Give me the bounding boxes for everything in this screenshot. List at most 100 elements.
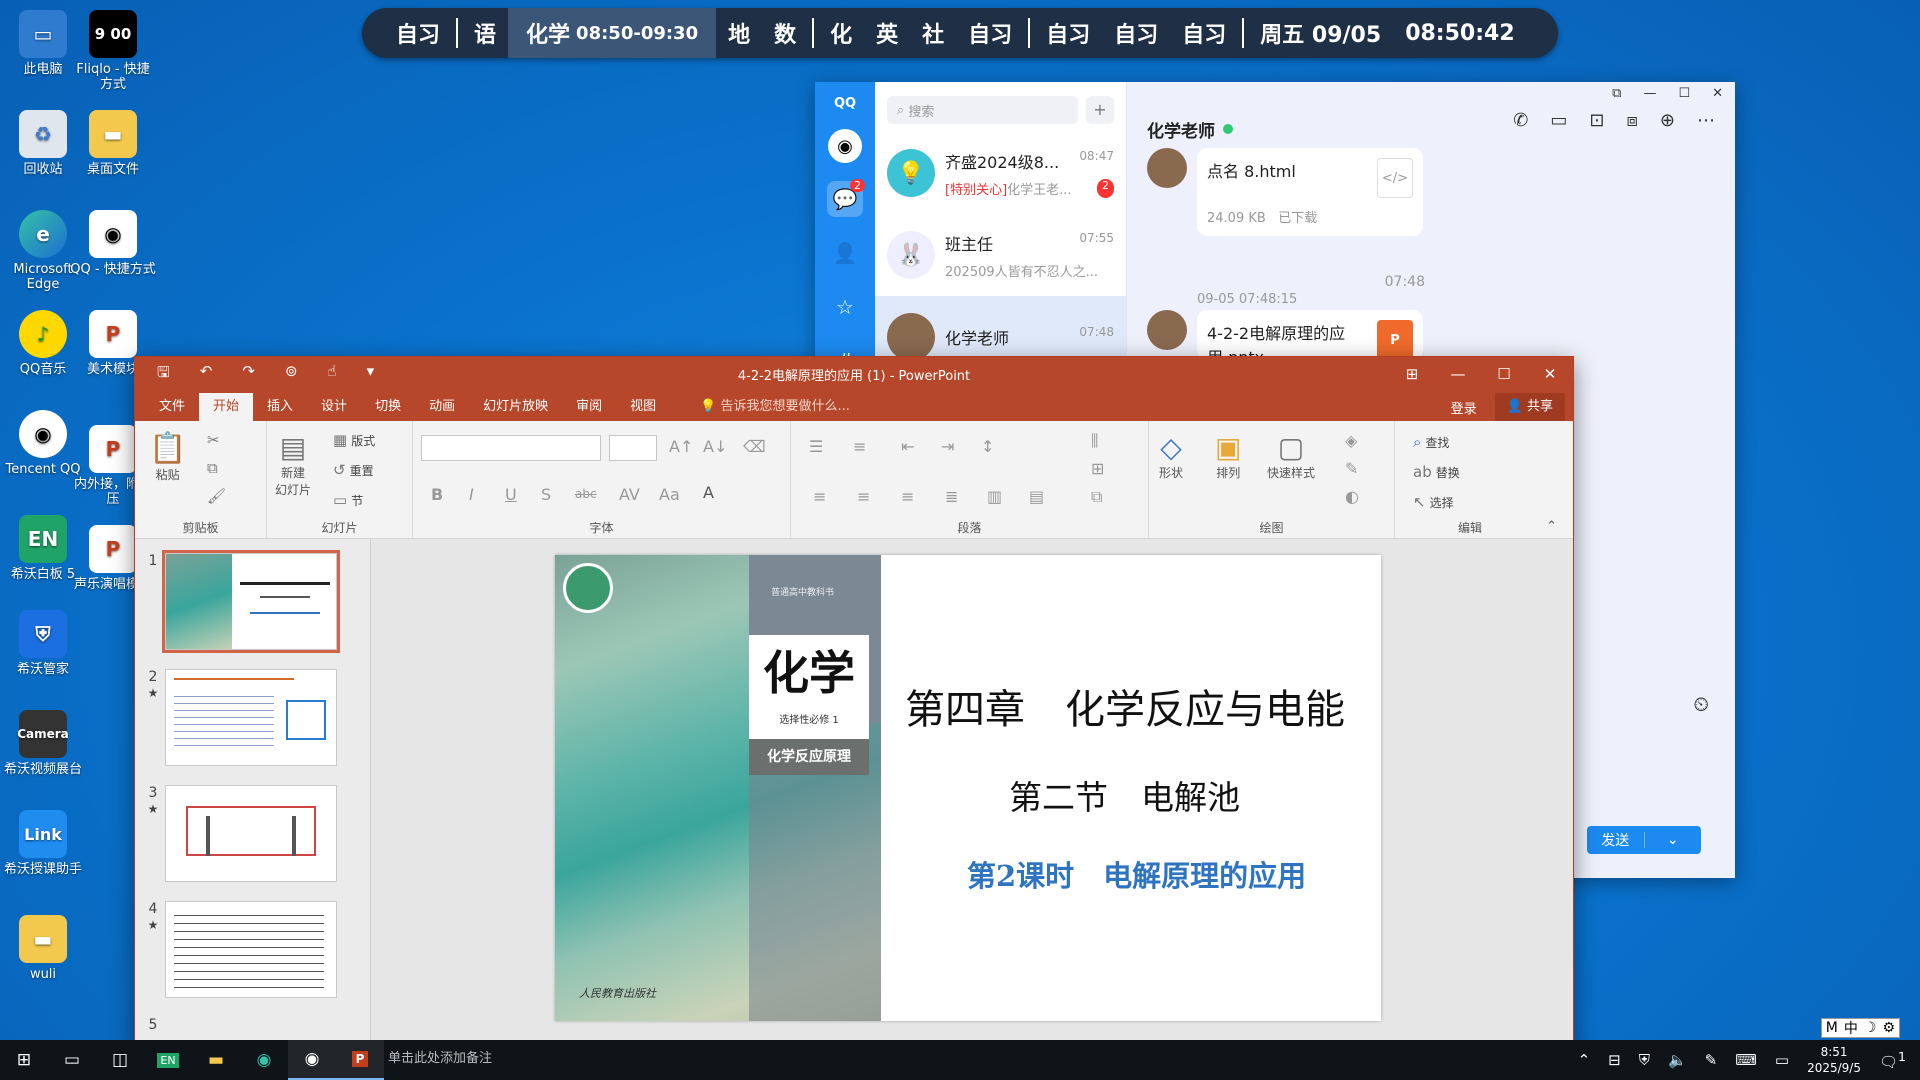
slide-canvas[interactable]: 普通高中教科书 化学 选择性必修 1 化学反应原理 人民教育出版社 第四章 化学… (555, 555, 1381, 1021)
pen-icon[interactable]: ✎ (1705, 1051, 1718, 1069)
task-view-button[interactable]: ▭ (48, 1040, 96, 1080)
share-button[interactable]: 👤 共享 (1494, 393, 1565, 421)
tab-home[interactable]: 开始 (199, 393, 254, 421)
smartart-icon[interactable]: ⧉ (1091, 487, 1102, 507)
slide-thumbnail[interactable] (165, 901, 337, 998)
section-button[interactable]: ▭ 节 (333, 491, 363, 509)
taskbar-app-edge[interactable]: ◉ (240, 1040, 288, 1080)
align-left-icon[interactable]: ≡ (813, 487, 826, 506)
bold-icon[interactable]: B (431, 485, 443, 504)
change-case-icon[interactable]: Aa (659, 485, 680, 504)
more-icon[interactable]: ⋯ (1697, 110, 1715, 131)
collapse-ribbon-icon[interactable]: ⌃ (1546, 519, 1557, 534)
send-button[interactable]: 发送 ⌄ (1587, 826, 1701, 854)
maximize-button[interactable]: ☐ (1481, 357, 1527, 391)
quick-styles-button[interactable]: ▢ 快速样式 (1267, 431, 1315, 481)
find-button[interactable]: ⌕ 查找 (1413, 433, 1449, 451)
shadow-icon[interactable]: S (541, 485, 551, 504)
taskbar-clock[interactable]: 8:51 2025/9/5 (1807, 1044, 1861, 1076)
shapes-button[interactable]: ◇ 形状 (1159, 431, 1183, 481)
select-button[interactable]: ↖ 选择 (1413, 493, 1454, 511)
ribbon-display-options-icon[interactable]: ⊞ (1389, 357, 1435, 391)
layout-button[interactable]: ▦ 版式 (333, 431, 375, 449)
desktop-icon-seewo-guard[interactable]: ⛨ 希沃管家 (0, 610, 86, 677)
pin-icon[interactable]: ⧉ (1612, 86, 1621, 101)
search-input[interactable]: ⌕ 搜索 (887, 96, 1078, 124)
touch-mode-icon[interactable]: ☝ (328, 362, 337, 387)
bullets-icon[interactable]: ☰ (809, 437, 823, 456)
notes-placeholder[interactable]: 单击此处添加备注 (388, 1047, 492, 1066)
underline-icon[interactable]: U (505, 485, 517, 504)
maximize-button[interactable]: ☐ (1678, 86, 1690, 101)
slide-thumbnail-row[interactable]: 3 ★ (145, 785, 337, 882)
favorites-nav-button[interactable]: ☆ (827, 289, 863, 325)
chevron-up-icon[interactable]: ⌃ (1578, 1051, 1591, 1069)
shape-outline-icon[interactable]: ✎ (1345, 459, 1358, 478)
taskbar-app-qq[interactable]: ◉ (288, 1040, 336, 1080)
cut-icon[interactable]: ✂ (207, 431, 220, 449)
add-member-icon[interactable]: ⊕ (1660, 110, 1675, 131)
login-button[interactable]: 登录 (1451, 398, 1477, 417)
shape-fill-icon[interactable]: ◈ (1345, 431, 1357, 450)
clear-format-icon[interactable]: ⌫ (743, 437, 766, 456)
format-painter-icon[interactable]: 🖌 (207, 487, 226, 505)
customize-toolbar-icon[interactable]: ▾ (367, 362, 375, 387)
add-button[interactable]: + (1086, 96, 1114, 124)
close-button[interactable]: ✕ (1712, 86, 1723, 101)
save-icon[interactable]: 🖫 (157, 362, 170, 387)
tab-view[interactable]: 视图 (616, 393, 670, 421)
undo-icon[interactable]: ↶ (200, 362, 213, 387)
history-clock-icon[interactable]: ⏲ (1693, 692, 1709, 716)
user-avatar[interactable]: ◉ (828, 129, 862, 163)
taskbar-app-seewo[interactable]: EN (144, 1040, 192, 1080)
screen-share-icon[interactable]: ⊡ (1589, 110, 1604, 131)
distributed-icon[interactable]: ▥ (987, 487, 1002, 506)
taskbar-app-explorer[interactable]: ▬ (192, 1040, 240, 1080)
display-icon[interactable]: ▭ (1775, 1051, 1789, 1069)
tab-review[interactable]: 审阅 (562, 393, 616, 421)
file-message-card[interactable]: 4-2-2电解原理的应用.pptx P (1197, 310, 1423, 360)
notification-icon[interactable]: 🗨1 (1879, 1049, 1906, 1071)
chevron-down-icon[interactable]: ⌄ (1643, 832, 1702, 848)
conversation-item[interactable]: 💡 齐盛2024级8... 08:47 [特别关心]化学王老... 2 (875, 132, 1126, 214)
copy-icon[interactable]: ⧉ (207, 459, 218, 477)
tab-transitions[interactable]: 切换 (361, 393, 415, 421)
align-center-icon[interactable]: ≡ (857, 487, 870, 506)
volume-icon[interactable]: 🔈 (1668, 1051, 1687, 1069)
tell-me-search[interactable]: 💡 告诉我您想要做什么... (670, 393, 850, 421)
contacts-nav-button[interactable]: 👤 (827, 235, 863, 271)
close-button[interactable]: ✕ (1527, 357, 1573, 391)
justify-icon[interactable]: ≣ (945, 487, 958, 506)
taskbar-app-camera[interactable]: ◫ (96, 1040, 144, 1080)
minimize-button[interactable]: — (1435, 357, 1481, 391)
replace-button[interactable]: ab 替换 (1413, 463, 1460, 481)
italic-icon[interactable]: I (469, 485, 474, 504)
increase-font-icon[interactable]: A↑ (669, 437, 693, 456)
security-icon[interactable]: ⛨ (1639, 1051, 1650, 1069)
messages-nav-button[interactable]: 💬 2 (827, 179, 865, 217)
desktop-icon-wuli[interactable]: ▬ wuli (0, 915, 86, 982)
start-slideshow-icon[interactable]: ⊚ (285, 362, 298, 387)
arrange-button[interactable]: ▣ 排列 (1215, 431, 1241, 481)
tab-design[interactable]: 设计 (307, 393, 361, 421)
paste-button[interactable]: 📋 粘贴 (149, 431, 186, 483)
tab-slideshow[interactable]: 幻灯片放映 (469, 393, 562, 421)
video-call-icon[interactable]: ▭ (1550, 110, 1567, 131)
align-right-icon[interactable]: ≡ (901, 487, 914, 506)
minimize-button[interactable]: — (1643, 86, 1656, 101)
slide-thumbnail[interactable] (165, 785, 337, 882)
ime-toolbar[interactable]: M 中 ☽ ⚙ (1820, 1018, 1900, 1038)
desktop-icon-seewo-camera[interactable]: Camera 希沃视频展台 (0, 710, 86, 777)
font-size-select[interactable] (609, 435, 657, 461)
numbering-icon[interactable]: ≡ (853, 437, 866, 456)
desktop-icon-folder[interactable]: ▬ 桌面文件 (70, 110, 156, 177)
slide-lesson-title[interactable]: 第2课时 电解原理的应用 (967, 853, 1306, 895)
desktop-icon-fliqlo[interactable]: 9 00 Fliqlo - 快捷方式 (70, 10, 156, 92)
slide-thumbnail-row[interactable]: 5 (145, 1017, 161, 1033)
slide-title[interactable]: 第四章 化学反应与电能 (905, 677, 1345, 735)
slide-thumbnail-row[interactable]: 1 (145, 550, 340, 653)
redo-icon[interactable]: ↷ (242, 362, 255, 387)
slide-thumbnail[interactable] (162, 550, 340, 653)
remote-desktop-icon[interactable]: ⧈ (1626, 110, 1637, 131)
line-spacing-icon[interactable]: ↕ (981, 437, 994, 456)
